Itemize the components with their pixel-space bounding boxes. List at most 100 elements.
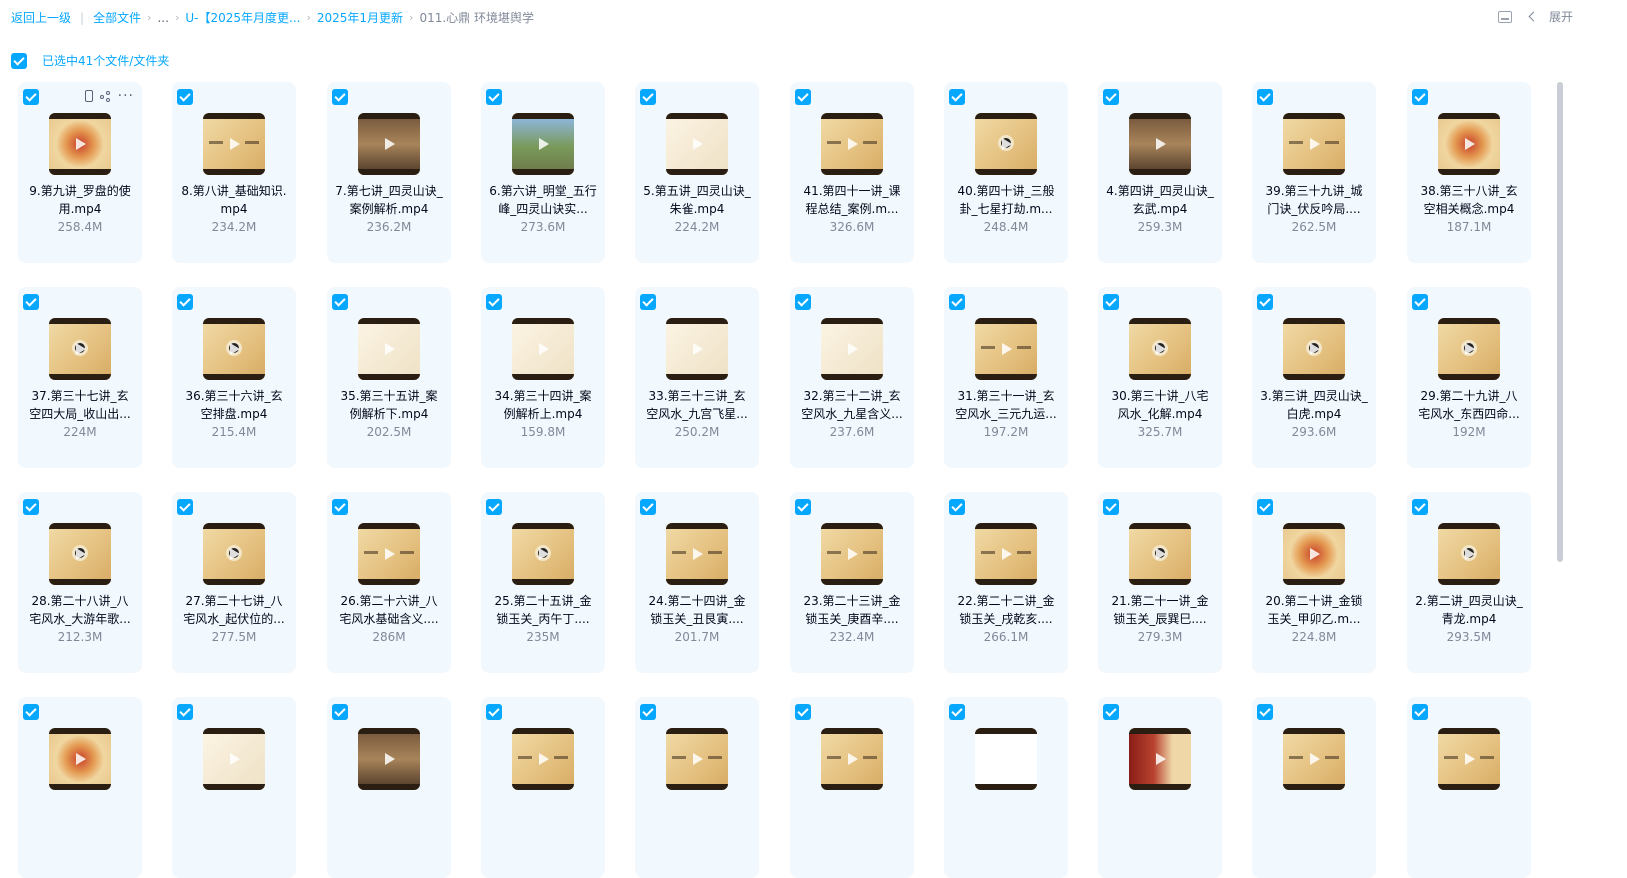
file-card[interactable]: 36.第三十六讲_玄空排盘.mp4 215.4M [172,287,296,468]
file-checkbox[interactable] [640,89,656,105]
video-thumbnail[interactable] [1129,113,1191,175]
file-checkbox[interactable] [640,499,656,515]
video-thumbnail[interactable] [512,523,574,585]
file-checkbox[interactable] [795,89,811,105]
file-name[interactable]: 20.第二十讲_金锁玉关_甲卯乙.m... [1260,592,1368,628]
file-name[interactable]: 26.第二十六讲_八宅风水基础含义.... [335,592,443,628]
file-name[interactable]: 31.第三十一讲_玄空风水_三元九运... [952,387,1060,423]
file-card[interactable]: 31.第三十一讲_玄空风水_三元九运... 197.2M [944,287,1068,468]
file-card[interactable]: 6.第六讲_明堂_五行峰_四灵山诀实... 273.6M [481,82,605,263]
file-name[interactable]: 21.第二十一讲_金锁玉关_辰巽巳.... [1106,592,1214,628]
file-name[interactable]: 4.第四讲_四灵山诀_玄武.mp4 [1106,182,1214,218]
video-thumbnail[interactable] [1438,728,1500,790]
file-checkbox[interactable] [486,704,502,720]
file-card[interactable]: 23.第二十三讲_金锁玉关_庚酉辛.... 232.4M [790,492,914,673]
video-thumbnail[interactable] [358,523,420,585]
file-checkbox[interactable] [332,294,348,310]
file-checkbox[interactable] [486,294,502,310]
video-thumbnail[interactable] [975,523,1037,585]
file-card[interactable]: 35.第三十五讲_案例解析下.mp4 202.5M [327,287,451,468]
file-card[interactable] [635,697,759,878]
file-name[interactable]: 38.第三十八讲_玄空相关概念.mp4 [1415,182,1523,218]
video-thumbnail[interactable] [512,318,574,380]
file-card[interactable]: 7.第七讲_四灵山诀_案例解析.mp4 236.2M [327,82,451,263]
file-checkbox[interactable] [640,704,656,720]
file-card[interactable]: 34.第三十四讲_案例解析上.mp4 159.8M [481,287,605,468]
file-card[interactable] [172,697,296,878]
file-name[interactable]: 35.第三十五讲_案例解析下.mp4 [335,387,443,423]
file-card[interactable]: 32.第三十二讲_玄空风水_九星含义... 237.6M [790,287,914,468]
chevron-left-icon[interactable] [1528,11,1539,22]
file-card[interactable]: 25.第二十五讲_金锁玉关_丙午丁.... 235M [481,492,605,673]
video-thumbnail[interactable] [1129,728,1191,790]
video-thumbnail[interactable] [1283,523,1345,585]
file-name[interactable]: 41.第四十一讲_课程总结_案例.m... [798,182,906,218]
file-name[interactable]: 5.第五讲_四灵山诀_朱雀.mp4 [643,182,751,218]
file-name[interactable]: 7.第七讲_四灵山诀_案例解析.mp4 [335,182,443,218]
file-card[interactable]: 40.第四十讲_三般卦_七星打劫.m... 248.4M [944,82,1068,263]
video-thumbnail[interactable] [666,523,728,585]
video-thumbnail[interactable] [975,318,1037,380]
video-thumbnail[interactable] [1438,523,1500,585]
file-name[interactable]: 3.第三讲_四灵山诀_白虎.mp4 [1260,387,1368,423]
breadcrumb-ellipsis[interactable]: ... [157,11,168,25]
file-name[interactable]: 29.第二十九讲_八宅风水_东西四命... [1415,387,1523,423]
file-card[interactable]: 29.第二十九讲_八宅风水_东西四命... 192M [1407,287,1531,468]
file-checkbox[interactable] [177,294,193,310]
file-card[interactable]: 38.第三十八讲_玄空相关概念.mp4 187.1M [1407,82,1531,263]
file-card[interactable] [18,697,142,878]
video-thumbnail[interactable] [203,523,265,585]
file-card[interactable]: 33.第三十三讲_玄空风水_九宫飞星... 250.2M [635,287,759,468]
file-name[interactable]: 2.第二讲_四灵山诀_青龙.mp4 [1415,592,1523,628]
video-thumbnail[interactable] [666,113,728,175]
file-card[interactable]: 28.第二十八讲_八宅风水_大游年歌... 212.3M [18,492,142,673]
phone-icon[interactable] [84,90,93,102]
video-thumbnail[interactable] [1283,113,1345,175]
file-name[interactable]: 24.第二十四讲_金锁玉关_丑艮寅.... [643,592,751,628]
file-name[interactable]: 36.第三十六讲_玄空排盘.mp4 [180,387,288,423]
video-thumbnail[interactable] [1283,318,1345,380]
file-checkbox[interactable] [23,89,39,105]
video-thumbnail[interactable] [1129,318,1191,380]
file-card[interactable]: 24.第二十四讲_金锁玉关_丑艮寅.... 201.7M [635,492,759,673]
file-name[interactable]: 27.第二十七讲_八宅风水_起伏位的... [180,592,288,628]
video-thumbnail[interactable] [512,113,574,175]
file-card[interactable] [481,697,605,878]
file-checkbox[interactable] [1103,499,1119,515]
video-thumbnail[interactable] [975,113,1037,175]
file-checkbox[interactable] [1412,294,1428,310]
video-thumbnail[interactable] [821,523,883,585]
file-checkbox[interactable] [1103,294,1119,310]
back-link[interactable]: 返回上一级 [11,9,71,26]
video-thumbnail[interactable] [1438,318,1500,380]
file-card[interactable]: 26.第二十六讲_八宅风水基础含义.... 286M [327,492,451,673]
breadcrumb-folder-monthly[interactable]: U-【2025年月度更... [185,9,300,26]
file-card[interactable] [1098,697,1222,878]
file-card[interactable]: 4.第四讲_四灵山诀_玄武.mp4 259.3M [1098,82,1222,263]
file-card[interactable] [1252,697,1376,878]
file-name[interactable]: 37.第三十七讲_玄空四大局_收山出... [26,387,134,423]
file-checkbox[interactable] [332,89,348,105]
file-checkbox[interactable] [177,704,193,720]
video-thumbnail[interactable] [203,113,265,175]
video-thumbnail[interactable] [821,318,883,380]
file-card[interactable] [790,697,914,878]
file-checkbox[interactable] [1412,704,1428,720]
file-name[interactable]: 32.第三十二讲_玄空风水_九星含义... [798,387,906,423]
file-name[interactable]: 9.第九讲_罗盘的使用.mp4 [26,182,134,218]
file-name[interactable]: 34.第三十四讲_案例解析上.mp4 [489,387,597,423]
vertical-scrollbar[interactable] [1557,82,1563,562]
file-checkbox[interactable] [177,89,193,105]
file-checkbox[interactable] [1257,89,1273,105]
select-all-checkbox[interactable] [11,52,27,69]
file-checkbox[interactable] [1103,704,1119,720]
more-icon[interactable]: ··· [118,89,134,103]
file-name[interactable]: 30.第三十讲_八宅风水_化解.mp4 [1106,387,1214,423]
file-name[interactable]: 40.第四十讲_三般卦_七星打劫.m... [952,182,1060,218]
file-checkbox[interactable] [1257,704,1273,720]
file-checkbox[interactable] [177,499,193,515]
file-checkbox[interactable] [486,89,502,105]
file-name[interactable]: 33.第三十三讲_玄空风水_九宫飞星... [643,387,751,423]
video-thumbnail[interactable] [49,318,111,380]
file-checkbox[interactable] [1412,499,1428,515]
